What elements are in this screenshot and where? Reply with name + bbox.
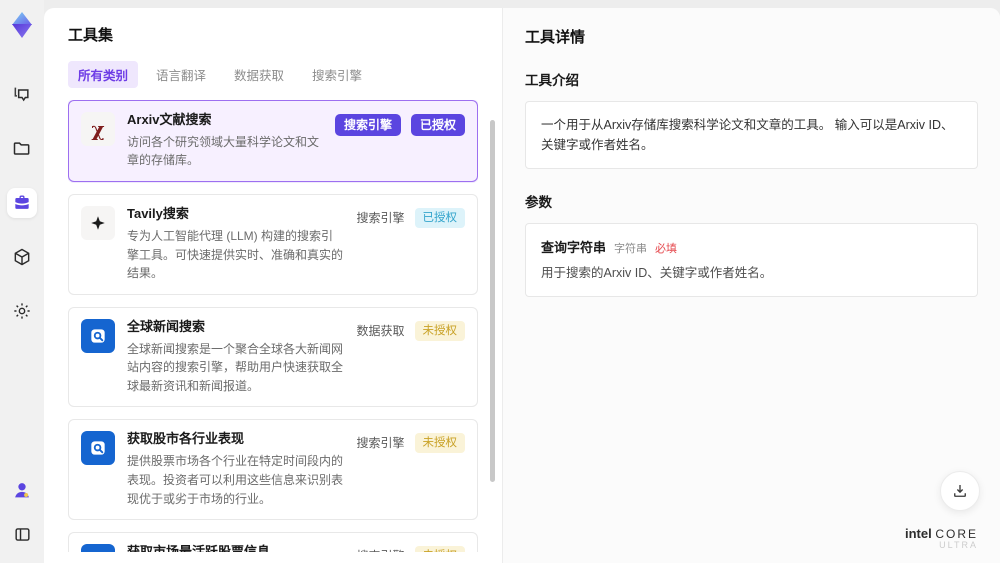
tool-category-badge: 搜索引擎 xyxy=(356,546,404,552)
collapse-panel-icon[interactable] xyxy=(7,519,37,549)
tab-3[interactable]: 搜索引擎 xyxy=(302,61,372,88)
q-tool-icon xyxy=(81,318,115,353)
tool-name: 全球新闻搜索 xyxy=(127,318,206,334)
list-scrollbar[interactable] xyxy=(490,112,495,553)
tool-description: 提供股票市场各个行业在特定时间段内的表现。投资者可以利用这些信息来识别表现优于或… xyxy=(127,454,344,506)
package-icon[interactable] xyxy=(7,242,37,272)
param-type: 字符串 xyxy=(614,243,648,255)
tool-auth-badge: 未授权 xyxy=(414,433,465,454)
param-description: 用于搜索的Arxiv ID、关键字或作者姓名。 xyxy=(541,266,773,280)
tool-auth-badge: 已授权 xyxy=(414,208,465,229)
download-button[interactable] xyxy=(940,471,980,511)
tool-card-0[interactable]: χ Arxiv文献搜索 访问各个研究领域大量科学论文和文章的存储库。 搜索引擎 … xyxy=(68,100,478,183)
tool-description: 全球新闻搜索是一个聚合全球各大新闻网站内容的搜索引擎，帮助用户快速获取全球最新资… xyxy=(127,341,344,393)
param-box: 查询字符串 字符串 必填 用于搜索的Arxiv ID、关键字或作者姓名。 xyxy=(525,223,978,297)
tool-category-badge: 搜索引擎 xyxy=(334,114,401,136)
folder-icon[interactable] xyxy=(7,134,37,164)
tool-card-4[interactable]: 获取市场最活跃股票信息 提供当天交易量最高的股票列表。投资者可以利用这些信息来识… xyxy=(68,532,478,552)
tool-auth-badge: 已授权 xyxy=(410,114,465,136)
avatar[interactable] xyxy=(7,475,37,505)
intel-sub-label: ULTRA xyxy=(939,540,978,551)
tool-category-badge: 数据获取 xyxy=(356,323,405,338)
tool-name: Arxiv文献搜索 xyxy=(127,112,212,127)
tool-category-badge: 搜索引擎 xyxy=(356,211,405,226)
tool-description: 专为人工智能代理 (LLM) 构建的搜索引擎工具。可快速提供实时、准确和真实的结… xyxy=(127,228,344,281)
left-rail xyxy=(0,0,44,563)
q-tool-icon xyxy=(81,431,115,466)
tool-card-2[interactable]: 全球新闻搜索 全球新闻搜索是一个聚合全球各大新闻网站内容的搜索引擎，帮助用户快速… xyxy=(68,306,478,408)
tool-description: 访问各个研究领域大量科学论文和文章的存储库。 xyxy=(127,134,320,168)
tavily-tool-icon xyxy=(81,206,115,241)
intel-wordmark: intel xyxy=(904,525,932,541)
app-logo[interactable] xyxy=(7,10,37,40)
tool-name: Tavily搜索 xyxy=(127,206,189,222)
tool-auth-badge: 未授权 xyxy=(414,546,465,552)
tool-detail-panel: 工具详情 工具介绍 一个用于从Arxiv存储库搜索科学论文和文章的工具。 输入可… xyxy=(502,8,1000,563)
params-heading: 参数 xyxy=(525,195,552,210)
download-icon xyxy=(954,485,966,497)
page-title: 工具集 xyxy=(68,27,114,44)
tool-list: χ Arxiv文献搜索 访问各个研究领域大量科学论文和文章的存储库。 搜索引擎 … xyxy=(68,100,478,552)
param-name: 查询字符串 xyxy=(541,240,607,255)
tool-card-3[interactable]: 获取股市各行业表现 提供股票市场各个行业在特定时间段内的表现。投资者可以利用这些… xyxy=(68,419,478,521)
tool-category-badge: 搜索引擎 xyxy=(356,436,405,451)
app-surface: 工具集 所有类别 语言翻译 数据获取 搜索引擎 χ Arxiv文献搜索 访问各个研究领… xyxy=(44,8,1000,563)
intro-heading: 工具介绍 xyxy=(525,73,579,88)
core-wordmark: CORE xyxy=(935,526,978,541)
tool-list-panel: 工具集 所有类别 语言翻译 数据获取 搜索引擎 χ Arxiv文献搜索 访问各个研究领… xyxy=(44,8,502,563)
tool-name: 获取市场最活跃股票信息 xyxy=(127,544,271,552)
q-tool-icon xyxy=(81,544,115,552)
intro-box: 一个用于从Arxiv存储库搜索科学论文和文章的工具。 输入可以是Arxiv ID… xyxy=(525,101,978,169)
scrollbar-thumb[interactable] xyxy=(490,120,495,482)
intro-text: 一个用于从Arxiv存储库搜索科学论文和文章的工具。 输入可以是Arxiv ID… xyxy=(541,118,954,152)
category-tabs: 所有类别 语言翻译 数据获取 搜索引擎 xyxy=(68,61,478,88)
tab-0[interactable]: 所有类别 xyxy=(68,61,139,88)
arxiv-tool-icon: χ xyxy=(81,112,115,146)
tool-card-1[interactable]: Tavily搜索 专为人工智能代理 (LLM) 构建的搜索引擎工具。可快速提供实… xyxy=(68,194,478,295)
param-required-badge: 必填 xyxy=(655,243,678,255)
tools-icon[interactable] xyxy=(7,188,37,218)
chat-icon[interactable] xyxy=(7,80,37,110)
intel-core-logo: intel CORE ULTRA xyxy=(904,525,978,551)
tab-2[interactable]: 数据获取 xyxy=(224,61,294,88)
settings-icon[interactable] xyxy=(7,296,37,326)
tool-name: 获取股市各行业表现 xyxy=(127,431,245,447)
tab-1[interactable]: 语言翻译 xyxy=(146,61,216,88)
detail-title: 工具详情 xyxy=(525,29,586,46)
tool-auth-badge: 未授权 xyxy=(414,320,465,341)
